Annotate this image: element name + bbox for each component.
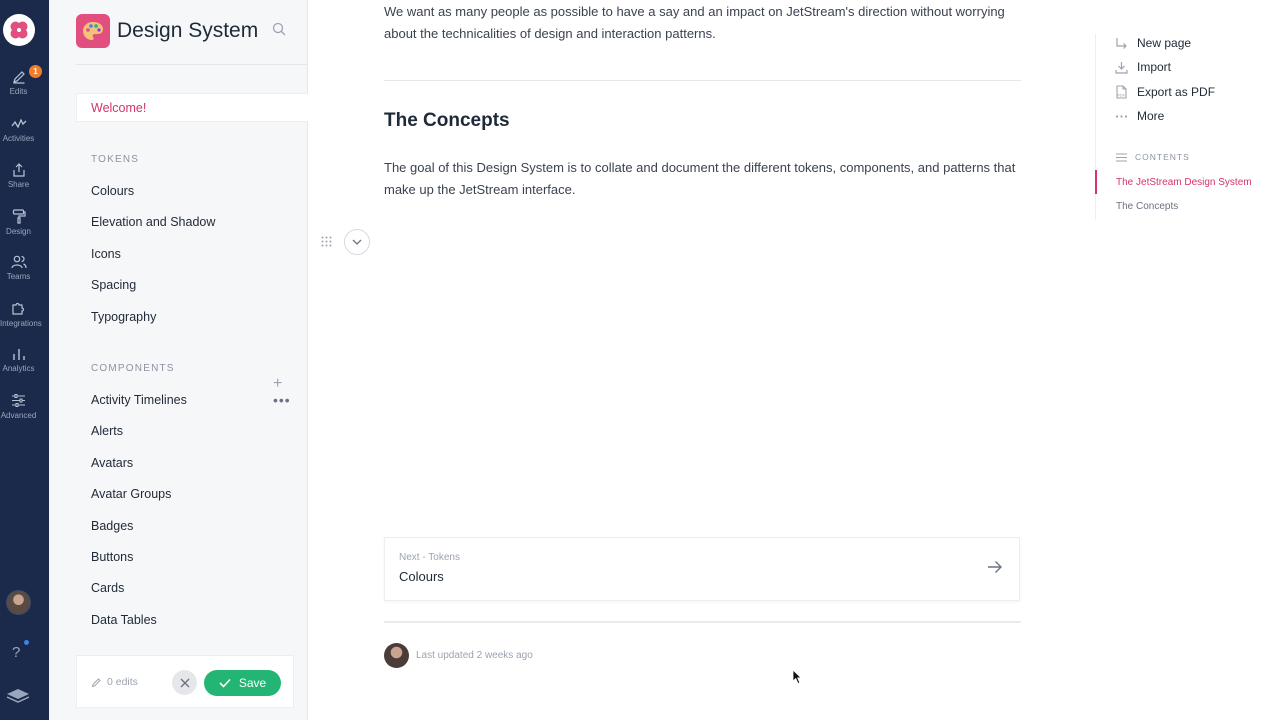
- sidebar-header: Design System: [76, 14, 296, 48]
- action-label: New page: [1137, 36, 1192, 50]
- sidebar-item-cards[interactable]: Cards: [91, 581, 124, 595]
- pencil-icon: [91, 677, 101, 687]
- edits-label: 0 edits: [107, 676, 138, 688]
- close-icon: [180, 678, 189, 687]
- content-divider: [384, 80, 1021, 81]
- more-button[interactable]: More: [1115, 108, 1164, 124]
- users-icon: [10, 255, 27, 269]
- rail-label: Share: [7, 180, 30, 189]
- rail-label: Edits: [9, 87, 28, 96]
- paint-roller-icon: [12, 209, 26, 224]
- sidebar-item-elevation[interactable]: Elevation and Shadow: [91, 215, 215, 229]
- contents-header: CONTENTS: [1116, 152, 1190, 162]
- mouse-cursor-icon: [792, 669, 802, 690]
- discard-button[interactable]: [172, 670, 197, 695]
- export-pdf-button[interactable]: PDF Export as PDF: [1115, 84, 1215, 100]
- sidebar-item-typography[interactable]: Typography: [91, 310, 156, 324]
- toc-item-concepts[interactable]: The Concepts: [1116, 201, 1178, 212]
- sidebar-item-welcome[interactable]: Welcome!: [76, 93, 308, 122]
- import-icon: [1115, 61, 1128, 74]
- sidebar-item-badges[interactable]: Badges: [91, 519, 133, 533]
- check-icon: [219, 678, 231, 688]
- save-button[interactable]: Save: [204, 670, 281, 696]
- rail-label: Advanced: [0, 411, 37, 420]
- flower-logo-icon: [10, 21, 28, 39]
- rail-item-design[interactable]: Design: [0, 209, 37, 236]
- save-bar: 0 edits Save: [76, 655, 294, 708]
- app-rail: Edits 1 Activities Share Design Teams In…: [0, 0, 49, 720]
- next-page-card[interactable]: Next - Tokens Colours: [384, 537, 1020, 601]
- user-avatar[interactable]: [6, 590, 31, 615]
- rail-label: Teams: [6, 272, 31, 281]
- pencil-icon: [12, 71, 25, 84]
- action-label: Export as PDF: [1137, 85, 1216, 99]
- next-page-title: Colours: [399, 569, 444, 584]
- sidebar: Design System Welcome! TOKENS Colours El…: [49, 0, 308, 720]
- rail-item-analytics[interactable]: Analytics: [0, 347, 37, 373]
- more-icon: [1115, 114, 1128, 118]
- chevron-down-icon: [352, 239, 362, 245]
- bar-chart-icon: [12, 349, 25, 360]
- rail-label: Analytics: [2, 364, 35, 373]
- toc-item-jetstream[interactable]: The JetStream Design System: [1116, 177, 1252, 188]
- section-title-tokens: TOKENS: [91, 154, 140, 165]
- help-icon[interactable]: ?: [12, 644, 20, 661]
- rail-item-teams[interactable]: Teams: [0, 255, 37, 281]
- body-paragraph: The goal of this Design System is to col…: [384, 160, 1016, 197]
- help-notification-dot: [24, 640, 29, 645]
- pdf-icon: PDF: [1116, 85, 1127, 99]
- drag-handle-icon[interactable]: [321, 236, 332, 250]
- rail-item-activities[interactable]: Activities: [0, 117, 37, 143]
- notification-badge: 1: [29, 65, 42, 78]
- sidebar-item-alerts[interactable]: Alerts: [91, 424, 123, 438]
- list-icon: [1116, 152, 1127, 162]
- app-logo[interactable]: [3, 14, 35, 46]
- sidebar-title: Design System: [117, 19, 259, 42]
- sidebar-item-colours[interactable]: Colours: [91, 184, 134, 198]
- palette-icon: [76, 14, 110, 48]
- more-options-button[interactable]: •••: [273, 392, 291, 408]
- rail-label: Activities: [2, 134, 35, 143]
- import-button[interactable]: Import: [1115, 59, 1171, 75]
- rail-label: Design: [6, 227, 31, 236]
- sidebar-item-buttons[interactable]: Buttons: [91, 550, 133, 564]
- section-title-components: COMPONENTS: [91, 363, 175, 374]
- sidebar-item-avatar-groups[interactable]: Avatar Groups: [91, 487, 171, 501]
- sidebar-item-activity-timelines[interactable]: Activity Timelines: [91, 393, 187, 407]
- contents-title: CONTENTS: [1135, 152, 1190, 162]
- share-icon: [12, 163, 25, 177]
- rail-item-share[interactable]: Share: [0, 163, 37, 189]
- sliders-icon: [12, 394, 25, 407]
- footer-divider: [384, 621, 1021, 623]
- puzzle-icon: [12, 302, 25, 315]
- toc-active-indicator: [1095, 170, 1097, 194]
- action-label: Import: [1137, 60, 1172, 74]
- new-page-button[interactable]: New page: [1115, 35, 1191, 51]
- author-avatar: [384, 643, 409, 668]
- divider: [76, 64, 308, 65]
- sidebar-item-data-tables[interactable]: Data Tables: [91, 613, 157, 627]
- sidebar-item-icons[interactable]: Icons: [91, 247, 121, 261]
- rail-label: Integrations: [0, 319, 42, 328]
- last-updated-text: Last updated 2 weeks ago: [416, 650, 533, 661]
- intro-paragraph: We want as many people as possible to ha…: [384, 4, 1005, 41]
- next-page-kicker: Next - Tokens: [399, 552, 460, 563]
- rail-item-advanced[interactable]: Advanced: [0, 393, 37, 420]
- sidebar-item-spacing[interactable]: Spacing: [91, 278, 136, 292]
- new-page-icon: [1116, 37, 1127, 49]
- action-label: More: [1137, 109, 1165, 123]
- layers-icon[interactable]: [5, 686, 31, 711]
- search-icon[interactable]: [272, 22, 286, 41]
- rail-item-integrations[interactable]: Integrations: [0, 301, 42, 328]
- activity-icon: [10, 118, 26, 129]
- section-heading: The Concepts: [384, 110, 510, 131]
- edits-counter: 0 edits: [91, 676, 138, 688]
- add-component-button[interactable]: +: [273, 375, 282, 393]
- add-block-button[interactable]: [344, 229, 370, 255]
- arrow-right-icon: [987, 560, 1003, 579]
- save-label: Save: [238, 676, 267, 690]
- svg-text:PDF: PDF: [1118, 93, 1125, 98]
- sidebar-item-avatars[interactable]: Avatars: [91, 456, 133, 470]
